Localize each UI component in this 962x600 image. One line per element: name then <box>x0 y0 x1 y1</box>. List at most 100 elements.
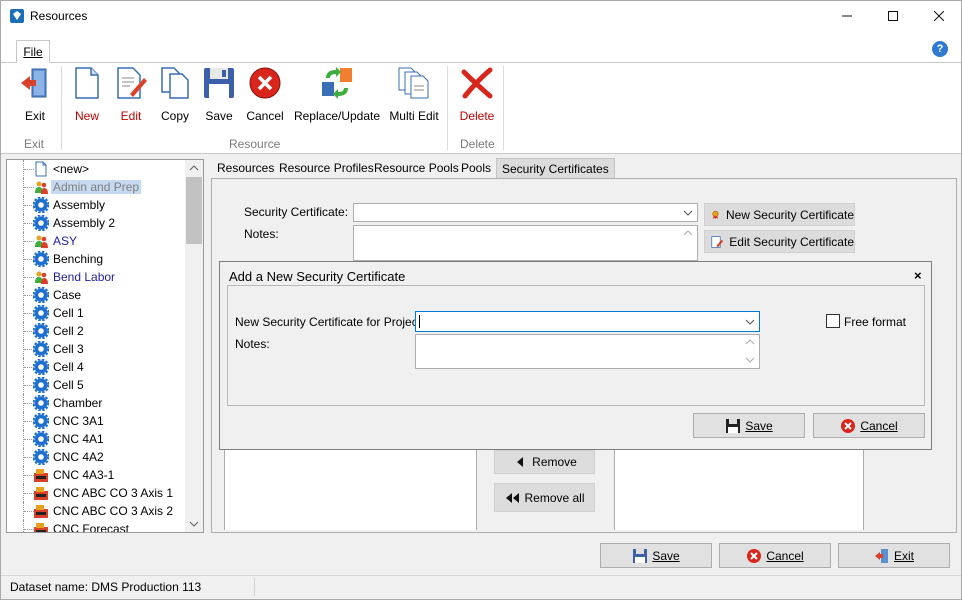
resource-tree[interactable]: <new> Admin and Prep Assembly Assembly 2 ASY… <box>6 159 204 533</box>
tree-scroll-thumb[interactable] <box>186 177 202 244</box>
delete-x-icon <box>461 67 493 99</box>
free-format-checkbox[interactable] <box>826 314 840 328</box>
copy-button[interactable]: Copy <box>158 66 192 126</box>
tree-item-label: Bend Labor <box>53 270 116 284</box>
gear-icon <box>33 197 49 213</box>
people-icon <box>35 271 48 284</box>
gear-icon <box>33 377 49 393</box>
tree-item[interactable]: Cell 2 <box>7 322 187 340</box>
help-icon[interactable]: ? <box>932 41 948 57</box>
gear-icon <box>33 395 49 411</box>
tree-item-label: CNC 4A2 <box>53 450 104 464</box>
tree-item[interactable]: Bend Labor <box>7 268 187 286</box>
tree-item-label: CNC ABC CO 3 Axis 1 <box>53 486 174 500</box>
double-arrow-left-icon <box>506 492 520 503</box>
close-icon <box>934 11 944 21</box>
tree-item[interactable]: CNC ABC CO 3 Axis 1 <box>7 484 187 502</box>
tree-item[interactable]: CNC 4A3-1 <box>7 466 187 484</box>
tree-item[interactable]: Cell 4 <box>7 358 187 376</box>
bottom-save-button[interactable]: Save <box>600 543 712 568</box>
tree-item[interactable]: Assembly <box>7 196 187 214</box>
cancel-circle-icon <box>249 67 281 99</box>
dialog-notes-scrollbar[interactable] <box>742 336 758 367</box>
gear-icon <box>33 215 49 231</box>
tab-resources[interactable]: Resources <box>212 158 279 178</box>
tab-security-certificates[interactable]: Security Certificates <box>496 158 615 178</box>
gear-icon <box>33 341 49 357</box>
tree-item[interactable]: Cell 3 <box>7 340 187 358</box>
multi-edit-button[interactable]: Multi Edit <box>388 66 440 126</box>
app-icon <box>10 9 24 23</box>
cancel-button[interactable]: Cancel <box>246 66 284 126</box>
dialog-notes-field[interactable] <box>415 334 760 369</box>
machine-icon <box>34 523 48 532</box>
tab-pools[interactable]: Pools <box>456 158 496 178</box>
tree-item-label: Cell 4 <box>53 360 84 374</box>
tree-item[interactable]: Assembly 2 <box>7 214 187 232</box>
close-button[interactable] <box>916 0 962 32</box>
remove-button[interactable]: Remove <box>494 450 595 474</box>
replace-update-button[interactable]: Replace/Update <box>294 66 380 126</box>
tree-item[interactable]: CNC Forecast <box>7 520 187 532</box>
gear-icon <box>33 305 49 321</box>
tree-item[interactable]: Admin and Prep <box>7 178 187 196</box>
tree-item[interactable]: CNC 3A1 <box>7 412 187 430</box>
minimize-button[interactable] <box>824 0 870 32</box>
chevron-down-icon <box>745 319 755 325</box>
new-button[interactable]: New <box>70 66 104 126</box>
edit-security-certificate-button[interactable]: Edit Security Certificate <box>704 230 855 253</box>
exit-door-icon <box>21 68 47 98</box>
ribbon-separator <box>503 66 504 150</box>
scroll-up-icon[interactable] <box>680 227 696 239</box>
exit-button[interactable]: Exit <box>17 66 53 126</box>
title-bar <box>0 0 962 32</box>
award-ribbon-icon <box>712 210 719 219</box>
tree-item-label: Benching <box>53 252 104 266</box>
replace-arrows-icon <box>322 67 352 99</box>
tree-item[interactable]: CNC 4A2 <box>7 448 187 466</box>
tab-resource-pools[interactable]: Resource Pools <box>369 158 464 178</box>
dialog-close-icon[interactable]: × <box>914 268 922 283</box>
tree-item[interactable]: Case <box>7 286 187 304</box>
tree-item-label: CNC 4A3-1 <box>53 468 115 482</box>
tree-item[interactable]: Chamber <box>7 394 187 412</box>
bottom-cancel-button[interactable]: Cancel <box>719 543 831 568</box>
tree-item-label: Case <box>53 288 82 302</box>
gear-icon <box>33 413 49 429</box>
save-button[interactable]: Save <box>202 66 236 126</box>
remove-all-button[interactable]: Remove all <box>494 483 595 512</box>
tree-item-label: Cell 2 <box>53 324 84 338</box>
bottom-exit-button[interactable]: Exit <box>838 543 950 568</box>
maximize-button[interactable] <box>870 0 916 32</box>
notes-field[interactable] <box>353 225 698 261</box>
assigned-list[interactable] <box>614 450 864 530</box>
scroll-up-icon[interactable] <box>185 160 203 176</box>
exit-door-icon <box>874 548 888 563</box>
tree-item[interactable]: Cell 5 <box>7 376 187 394</box>
cancel-circle-icon <box>747 548 762 563</box>
gear-icon <box>33 251 49 267</box>
delete-button[interactable]: Delete <box>458 66 496 126</box>
gear-icon <box>33 323 49 339</box>
tree-item[interactable]: CNC ABC CO 3 Axis 2 <box>7 502 187 520</box>
scroll-down-icon[interactable] <box>742 354 758 366</box>
tree-item[interactable]: Cell 1 <box>7 304 187 322</box>
tab-file[interactable]: File <box>16 40 50 63</box>
dialog-save-button[interactable]: Save <box>693 413 805 438</box>
edit-button[interactable]: Edit <box>114 66 148 126</box>
notes-scrollbar[interactable] <box>680 227 696 259</box>
security-certificate-combo[interactable] <box>353 203 698 222</box>
tree-item[interactable]: CNC 4A1 <box>7 430 187 448</box>
project-combo[interactable] <box>415 311 760 332</box>
gear-icon <box>33 449 49 465</box>
tree-item[interactable]: ASY <box>7 232 187 250</box>
scroll-down-icon[interactable] <box>185 516 203 532</box>
tree-item[interactable]: <new> <box>7 160 187 178</box>
available-list[interactable] <box>224 450 477 530</box>
scroll-up-icon[interactable] <box>742 336 758 348</box>
tab-resource-profiles[interactable]: Resource Profiles <box>274 158 379 178</box>
new-security-certificate-button[interactable]: New Security Certificate <box>704 203 855 226</box>
tree-item[interactable]: Benching <box>7 250 187 268</box>
gear-icon <box>33 431 49 447</box>
dialog-cancel-button[interactable]: Cancel <box>813 413 925 438</box>
